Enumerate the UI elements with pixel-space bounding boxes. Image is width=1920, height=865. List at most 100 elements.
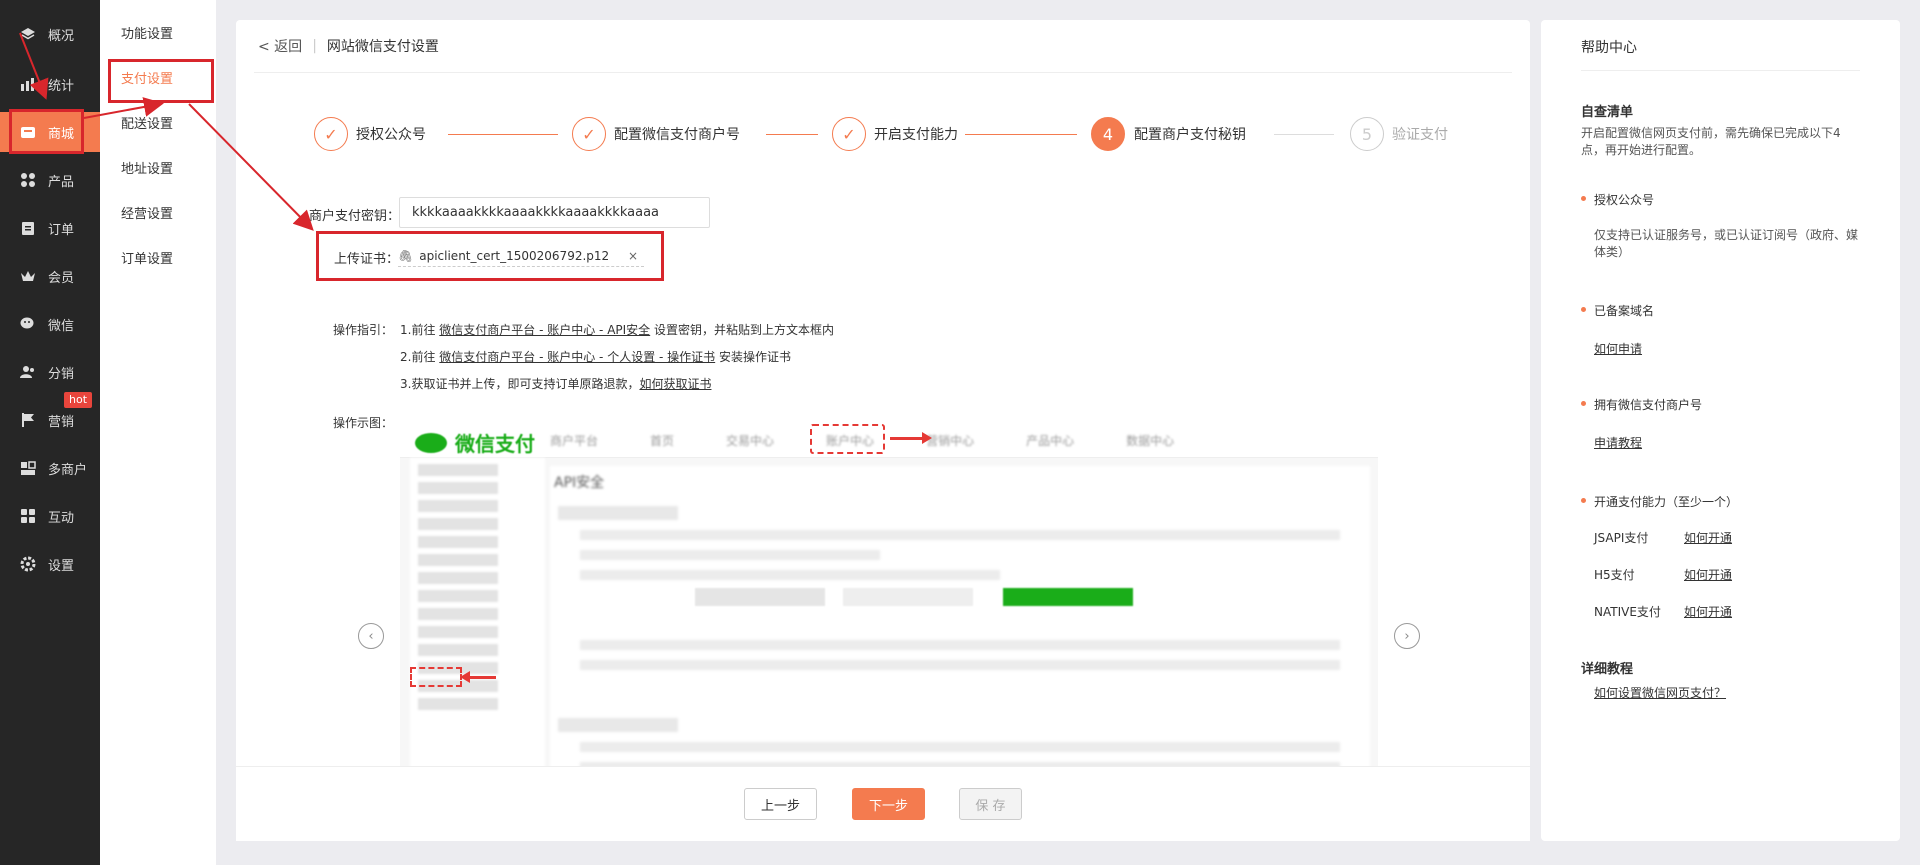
annotation-box-shop — [9, 109, 84, 154]
nav-item-label: 概况 — [48, 28, 75, 44]
wechat-pay-logo: 微信支付 — [415, 428, 535, 457]
pay-type-jsapi: JSAPI支付 — [1594, 531, 1649, 545]
demo-tab: 首页 — [650, 434, 675, 448]
apply-tutorial-link[interactable]: 申请教程 — [1594, 434, 1642, 451]
nav-item-order[interactable]: 订单 — [0, 208, 100, 248]
checklist-item: 授权公众号 — [1594, 193, 1655, 207]
nav-item-label: 营销 — [48, 414, 75, 430]
nav-item-label: 订单 — [48, 222, 75, 238]
nav-item-label: 微信 — [48, 318, 75, 334]
step-1-label: 授权公众号 — [356, 127, 426, 143]
nav-item-interact[interactable]: 互动 — [0, 496, 100, 536]
nav-item-overview[interactable]: 概况 — [0, 14, 100, 54]
step-5-number: 5 — [1350, 117, 1384, 151]
pay-type-h5: H5支付 — [1594, 568, 1635, 582]
step-connector — [766, 134, 818, 135]
subnav-item-address[interactable]: 地址设置 — [100, 153, 216, 187]
checklist-item: 拥有微信支付商户号 — [1594, 398, 1703, 412]
demo-section-title: API安全 — [554, 475, 605, 491]
nav-item-label: 产品 — [48, 174, 75, 190]
nav-item-settings[interactable]: 设置 — [0, 544, 100, 584]
demo-tab: 商户平台 — [550, 434, 599, 448]
back-link[interactable]: < 返回 — [258, 36, 302, 56]
step-5-label: 验证支付 — [1392, 127, 1448, 143]
guide-step-2: 2.前往 微信支付商户平台 - 账户中心 - 个人设置 - 操作证书 安装操作证… — [400, 348, 791, 365]
bullet-icon — [1581, 498, 1586, 503]
people-icon — [20, 364, 36, 380]
grid-icon — [20, 172, 36, 188]
subnav-item-business[interactable]: 经营设置 — [100, 198, 216, 232]
nav-item-label: 会员 — [48, 270, 75, 286]
nav-item-label: 多商户 — [48, 462, 88, 478]
main-panel: < 返回 | 网站微信支付设置 ✓ 授权公众号 ✓ 配置微信支付商户号 ✓ 开启… — [236, 20, 1530, 841]
demo-arrow-icon — [890, 432, 932, 444]
step-2-label: 配置微信支付商户号 — [614, 127, 740, 143]
bullet-icon — [1581, 401, 1586, 406]
nav-item-label: 统计 — [48, 78, 75, 94]
demo-button — [695, 588, 825, 606]
nav-item-marketing[interactable]: 营销 — [0, 400, 100, 440]
nav-item-multi-merchant[interactable]: 多商户 — [0, 448, 100, 488]
how-open-jsapi-link[interactable]: 如何开通 — [1684, 529, 1732, 546]
demo-highlight-box — [810, 424, 885, 454]
step-3-label: 开启支付能力 — [874, 127, 958, 143]
nav-item-distribution[interactable]: 分销 — [0, 352, 100, 392]
save-button[interactable]: 保 存 — [959, 788, 1022, 820]
next-step-button[interactable]: 下一步 — [852, 788, 925, 820]
demo-tab: 数据中心 — [1126, 434, 1175, 448]
nav-item-member[interactable]: 会员 — [0, 256, 100, 296]
guide-label: 操作指引： — [333, 323, 394, 337]
nav-item-stats[interactable]: 统计 — [0, 64, 100, 104]
carousel-prev-icon[interactable]: ‹ — [358, 623, 384, 649]
demo-api-panel: API安全 — [550, 466, 1370, 770]
subnav-item-order[interactable]: 订单设置 — [100, 243, 216, 277]
nav-item-product[interactable]: 产品 — [0, 160, 100, 200]
operation-cert-link[interactable]: 微信支付商户平台 - 账户中心 - 个人设置 - 操作证书 — [439, 350, 715, 364]
interact-icon — [20, 508, 36, 524]
checklist-item-desc: 仅支持已认证服务号，或已认证订阅号（政府、媒体类） — [1594, 228, 1859, 259]
bullet-icon — [1581, 307, 1586, 312]
demo-left-menu — [410, 458, 545, 770]
wechat-icon — [20, 316, 36, 332]
secret-key-input[interactable] — [399, 197, 710, 228]
nav-item-wechat[interactable]: 微信 — [0, 304, 100, 344]
checklist-item: 开通支付能力（至少一个） — [1594, 495, 1739, 509]
prev-step-button[interactable]: 上一步 — [744, 788, 817, 820]
step-connector — [1274, 134, 1334, 135]
guide-text: 2.前往 — [400, 350, 436, 364]
crown-icon — [20, 268, 36, 284]
bar-chart-icon — [20, 76, 36, 92]
guide-text: 设置密钥，并粘贴到上方文本框内 — [654, 323, 835, 337]
how-open-native-link[interactable]: 如何开通 — [1684, 603, 1732, 620]
annotation-box-upload — [316, 231, 664, 281]
carousel-next-icon[interactable]: › — [1394, 623, 1420, 649]
clipboard-icon — [20, 220, 36, 236]
demo-button — [843, 588, 973, 606]
flag-icon — [20, 412, 36, 428]
how-open-h5-link[interactable]: 如何开通 — [1684, 566, 1732, 583]
checklist-item: 已备案域名 — [1594, 304, 1655, 318]
demo-tab: 营销中心 — [926, 434, 975, 448]
gear-icon — [20, 556, 36, 572]
demo-arrow-icon — [460, 671, 496, 683]
layers-icon — [20, 26, 36, 42]
annotation-box-payment — [108, 59, 214, 103]
demo-screenshot: 微信支付 商户平台 首页 交易中心 账户中心 营销中心 产品中心 数据中心 AP… — [400, 418, 1378, 770]
demo-tab: 产品中心 — [1026, 434, 1075, 448]
subnav-item-delivery[interactable]: 配送设置 — [100, 108, 216, 142]
checklist-intro: 开启配置微信网页支付前，需先确保已完成以下4点，再开始进行配置。 — [1581, 126, 1841, 157]
nav-item-label: 互动 — [48, 510, 75, 526]
guide-text: 1.前往 — [400, 323, 436, 337]
checklist-title: 自查清单 — [1581, 105, 1634, 120]
help-panel: 帮助中心 自查清单 开启配置微信网页支付前，需先确保已完成以下4点，再开始进行配… — [1541, 20, 1900, 841]
how-get-cert-link[interactable]: 如何获取证书 — [639, 377, 711, 391]
tutorial-link[interactable]: 如何设置微信网页支付？ — [1594, 684, 1726, 701]
subnav-item-function[interactable]: 功能设置 — [100, 18, 216, 52]
guide-step-3: 3.获取证书并上传，即可支持订单原路退款，如何获取证书 — [400, 375, 711, 392]
divider — [254, 72, 1512, 73]
step-4-number: 4 — [1091, 117, 1125, 151]
api-security-link[interactable]: 微信支付商户平台 - 账户中心 - API安全 — [439, 323, 650, 337]
how-apply-link[interactable]: 如何申请 — [1594, 340, 1642, 357]
breadcrumb: < 返回 | 网站微信支付设置 — [258, 36, 439, 56]
guide-text: 3.获取证书并上传，即可支持订单原路退款， — [400, 377, 640, 391]
